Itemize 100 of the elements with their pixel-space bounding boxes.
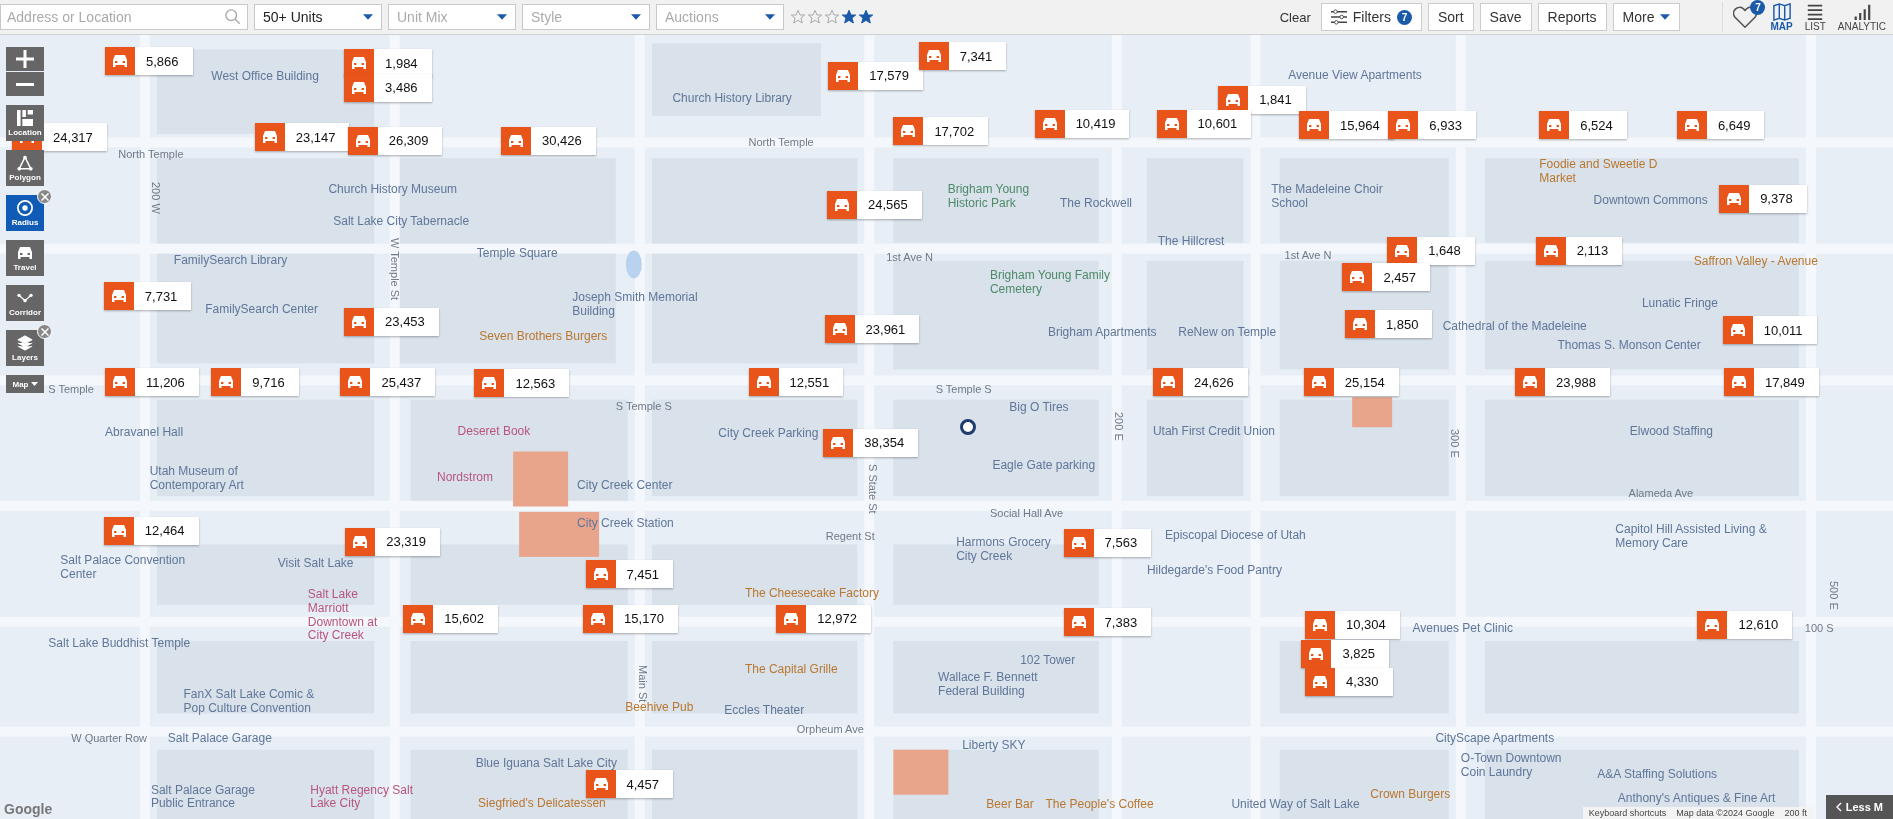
car-icon xyxy=(1040,116,1059,131)
unit-count: 6,524 xyxy=(1579,116,1614,135)
unit-count: 15,170 xyxy=(623,610,665,629)
toolbar-button[interactable]: Save xyxy=(1479,3,1532,31)
listing-marker[interactable]: 4,330 xyxy=(1305,667,1393,696)
listing-marker[interactable]: 12,563 xyxy=(474,369,570,398)
listing-marker[interactable]: 7,731 xyxy=(103,282,192,311)
listing-marker[interactable]: 7,451 xyxy=(585,560,674,589)
dropdown[interactable]: 50+ Units xyxy=(254,4,382,30)
car-icon xyxy=(589,611,608,626)
listing-marker[interactable]: 3,486 xyxy=(344,73,432,102)
listing-marker[interactable]: 7,341 xyxy=(918,42,1007,71)
more-button[interactable]: More xyxy=(1612,3,1681,31)
car-icon xyxy=(591,777,610,792)
search-field[interactable]: Address or Location xyxy=(0,4,248,30)
listing-marker[interactable]: 25,437 xyxy=(340,368,436,397)
less-button[interactable]: Less M xyxy=(1825,795,1893,819)
listing-marker[interactable]: 10,011 xyxy=(1722,316,1817,345)
unit-count: 5,866 xyxy=(145,52,180,71)
listing-marker[interactable]: 38,354 xyxy=(823,428,919,457)
listing-marker[interactable]: 1,648 xyxy=(1387,236,1475,265)
listing-marker[interactable]: 6,933 xyxy=(1388,111,1476,140)
car-icon xyxy=(1309,375,1328,390)
place-label: Seven Brothers Burgers xyxy=(479,329,608,344)
listing-marker[interactable]: 15,602 xyxy=(403,604,498,633)
listing-marker[interactable]: 12,551 xyxy=(748,368,844,397)
listing-marker[interactable]: 5,866 xyxy=(105,47,193,76)
listing-marker[interactable]: 12,610 xyxy=(1697,610,1793,639)
map-tool-button[interactable]: Corridor xyxy=(6,285,44,321)
map-tool-button[interactable]: Layers xyxy=(6,330,44,366)
keyboard-shortcuts-link[interactable]: Keyboard shortcuts xyxy=(1588,808,1667,818)
toolbar-button[interactable]: Reports xyxy=(1537,3,1607,31)
view-tab[interactable]: LIST xyxy=(1801,2,1829,32)
place-label: City Creek Parking xyxy=(718,427,819,442)
place-label: Cathedral of the Madeleine xyxy=(1442,319,1587,334)
listing-marker[interactable]: 23,453 xyxy=(344,307,439,336)
listing-marker[interactable]: 6,524 xyxy=(1539,111,1627,140)
listing-marker[interactable]: 24,565 xyxy=(826,190,922,219)
place-label: ReNew on Temple xyxy=(1178,325,1277,340)
remove-button[interactable] xyxy=(37,189,52,204)
listing-marker[interactable]: 12,464 xyxy=(103,516,199,545)
unit-count: 6,649 xyxy=(1716,116,1752,135)
car-icon xyxy=(1682,118,1701,133)
unit-count: 1,850 xyxy=(1384,315,1420,334)
listing-marker[interactable]: 25,154 xyxy=(1303,368,1399,397)
listing-marker[interactable]: 2,457 xyxy=(1342,263,1431,292)
view-tab[interactable]: MAP xyxy=(1767,2,1796,32)
star-rating[interactable] xyxy=(790,9,874,25)
chevron-left-icon xyxy=(1835,802,1842,812)
map-tool-button[interactable]: Polygon xyxy=(6,150,44,186)
listing-marker[interactable]: 11,206 xyxy=(105,368,199,397)
listing-marker[interactable]: 23,147 xyxy=(254,123,350,152)
street-label: 1st Ave N xyxy=(886,251,933,264)
toolbar-button[interactable]: Sort xyxy=(1427,3,1474,31)
listing-marker[interactable]: 3,825 xyxy=(1301,639,1389,668)
listing-marker[interactable]: 4,457 xyxy=(585,770,674,799)
listing-marker[interactable]: 10,601 xyxy=(1156,109,1252,138)
place-label: City Creek Station xyxy=(577,516,674,531)
listing-marker[interactable]: 17,579 xyxy=(828,61,923,90)
map-tool-button[interactable]: Radius xyxy=(6,195,44,231)
listing-marker[interactable]: 7,383 xyxy=(1063,608,1152,637)
clear-link[interactable]: Clear xyxy=(1275,9,1315,25)
listing-marker[interactable]: 10,419 xyxy=(1034,109,1130,138)
listing-marker[interactable]: 12,972 xyxy=(776,604,872,633)
place-label: Temple Square xyxy=(476,247,558,262)
car-icon xyxy=(17,244,33,261)
car-icon xyxy=(260,130,279,145)
place-label: Salt Palace Convention Center xyxy=(60,554,187,582)
listing-marker[interactable]: 6,649 xyxy=(1676,111,1765,140)
zoom-in-button[interactable] xyxy=(6,47,44,71)
listing-marker[interactable]: 17,702 xyxy=(893,117,989,146)
place-label: Eccles Theater xyxy=(724,703,805,718)
listing-marker[interactable]: 15,170 xyxy=(583,604,678,633)
listing-marker[interactable]: 9,716 xyxy=(211,368,299,397)
listing-marker[interactable]: 24,626 xyxy=(1152,368,1248,397)
map-tool-button[interactable]: Map xyxy=(6,375,44,393)
listing-marker[interactable]: 23,988 xyxy=(1515,368,1610,397)
filters-button[interactable]: Filters 7 xyxy=(1320,3,1422,31)
unit-count: 24,626 xyxy=(1192,373,1235,392)
listing-marker[interactable]: 23,961 xyxy=(824,315,920,344)
place-label: A&A Staffing Solutions xyxy=(1597,767,1718,782)
unit-count: 7,383 xyxy=(1103,613,1139,632)
car-icon xyxy=(754,375,773,390)
car-icon xyxy=(1162,116,1181,131)
listing-marker[interactable]: 30,426 xyxy=(501,126,596,155)
listing-marker[interactable]: 9,378 xyxy=(1719,184,1807,213)
listing-marker[interactable]: 7,563 xyxy=(1063,528,1152,557)
place-label: West Office Building xyxy=(211,70,319,84)
view-tab[interactable]: ANALYTIC xyxy=(1834,2,1889,32)
remove-button[interactable] xyxy=(37,324,52,339)
zoom-out-button[interactable] xyxy=(6,72,44,96)
listing-marker[interactable]: 1,850 xyxy=(1344,310,1433,339)
unit-count: 23,147 xyxy=(294,128,337,147)
listing-marker[interactable]: 17,849 xyxy=(1723,368,1819,397)
listing-marker[interactable]: 23,319 xyxy=(345,527,441,556)
listing-marker[interactable]: 26,309 xyxy=(347,126,443,155)
unit-count: 10,011 xyxy=(1762,321,1804,340)
listing-marker[interactable]: 10,304 xyxy=(1305,610,1400,639)
map-tool-button[interactable]: Travel xyxy=(6,240,44,276)
listing-marker[interactable]: 2,113 xyxy=(1535,236,1623,265)
